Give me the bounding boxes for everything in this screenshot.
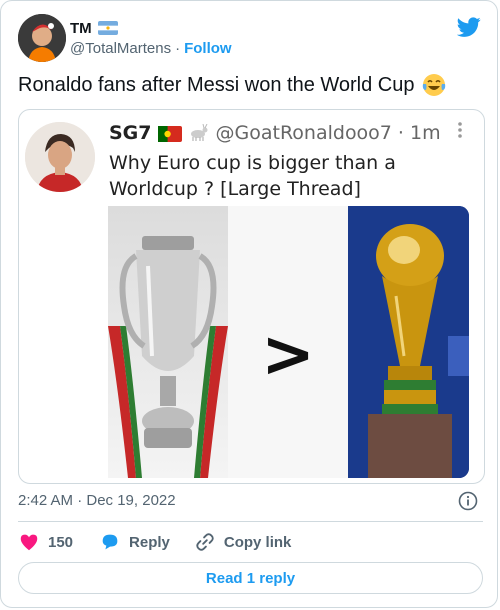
reply-button[interactable]: Reply (99, 531, 170, 553)
quoted-author-avatar (25, 122, 95, 192)
goat-icon (188, 123, 210, 142)
link-icon (196, 533, 214, 551)
argentina-flag-icon (97, 21, 118, 35)
more-options-icon (456, 120, 464, 140)
author-handle-row: @TotalMartens · Follow (70, 40, 232, 57)
quoted-text-line-2: Worldcup ? [Large Thread] (109, 178, 361, 200)
world-cup-trophy-image (348, 206, 469, 478)
author-display-name[interactable]: TM (70, 20, 92, 37)
reply-label: Reply (129, 533, 170, 551)
author-name-row: TM (70, 18, 118, 38)
info-icon[interactable] (458, 491, 478, 511)
euro-cup-trophy-image (108, 206, 228, 478)
tweet-timestamp[interactable]: 2:42 AM · Dec 19, 2022 (18, 492, 176, 509)
quoted-text-line-1: Why Euro cup is bigger than a (109, 152, 396, 174)
divider (18, 521, 483, 522)
quoted-text: Why Euro cup is bigger than a Worldcup ?… (109, 150, 396, 202)
quoted-author-handle: @GoatRonaldooo7 (215, 122, 392, 144)
action-bar: 150 Reply Copy link (18, 530, 291, 554)
follow-button[interactable]: Follow (184, 40, 232, 57)
tweet-card: TM @TotalMartens · Follow Ronaldo fans a… (0, 0, 498, 608)
copy-link-button[interactable]: Copy link (194, 531, 292, 553)
copy-link-label: Copy link (223, 533, 292, 551)
quoted-time: · 1m (397, 122, 441, 144)
comparison-symbol-image: > (228, 206, 348, 478)
read-replies-button[interactable]: Read 1 reply (18, 562, 483, 594)
quoted-author-name: SG7 (109, 122, 152, 144)
quoted-tweet[interactable]: SG7 @GoatRonaldooo7 · 1m Why Euro cup is… (18, 109, 485, 484)
face-with-tears-of-joy-icon (421, 72, 447, 98)
heart-icon (20, 534, 38, 551)
like-button[interactable]: 150 (18, 531, 73, 553)
greater-than-symbol: > (261, 318, 315, 392)
handle-separator: · (175, 40, 181, 57)
twitter-bird-icon[interactable] (456, 15, 481, 39)
reply-bubble-icon (102, 534, 118, 550)
tweet-text: Ronaldo fans after Messi won the World C… (18, 72, 447, 98)
like-count: 150 (48, 533, 74, 551)
author-handle[interactable]: @TotalMartens (70, 40, 171, 57)
quoted-header: SG7 @GoatRonaldooo7 · 1m (109, 122, 441, 144)
author-avatar[interactable] (18, 14, 66, 62)
portugal-flag-icon (157, 125, 182, 142)
tweet-body: Ronaldo fans after Messi won the World C… (18, 74, 415, 96)
